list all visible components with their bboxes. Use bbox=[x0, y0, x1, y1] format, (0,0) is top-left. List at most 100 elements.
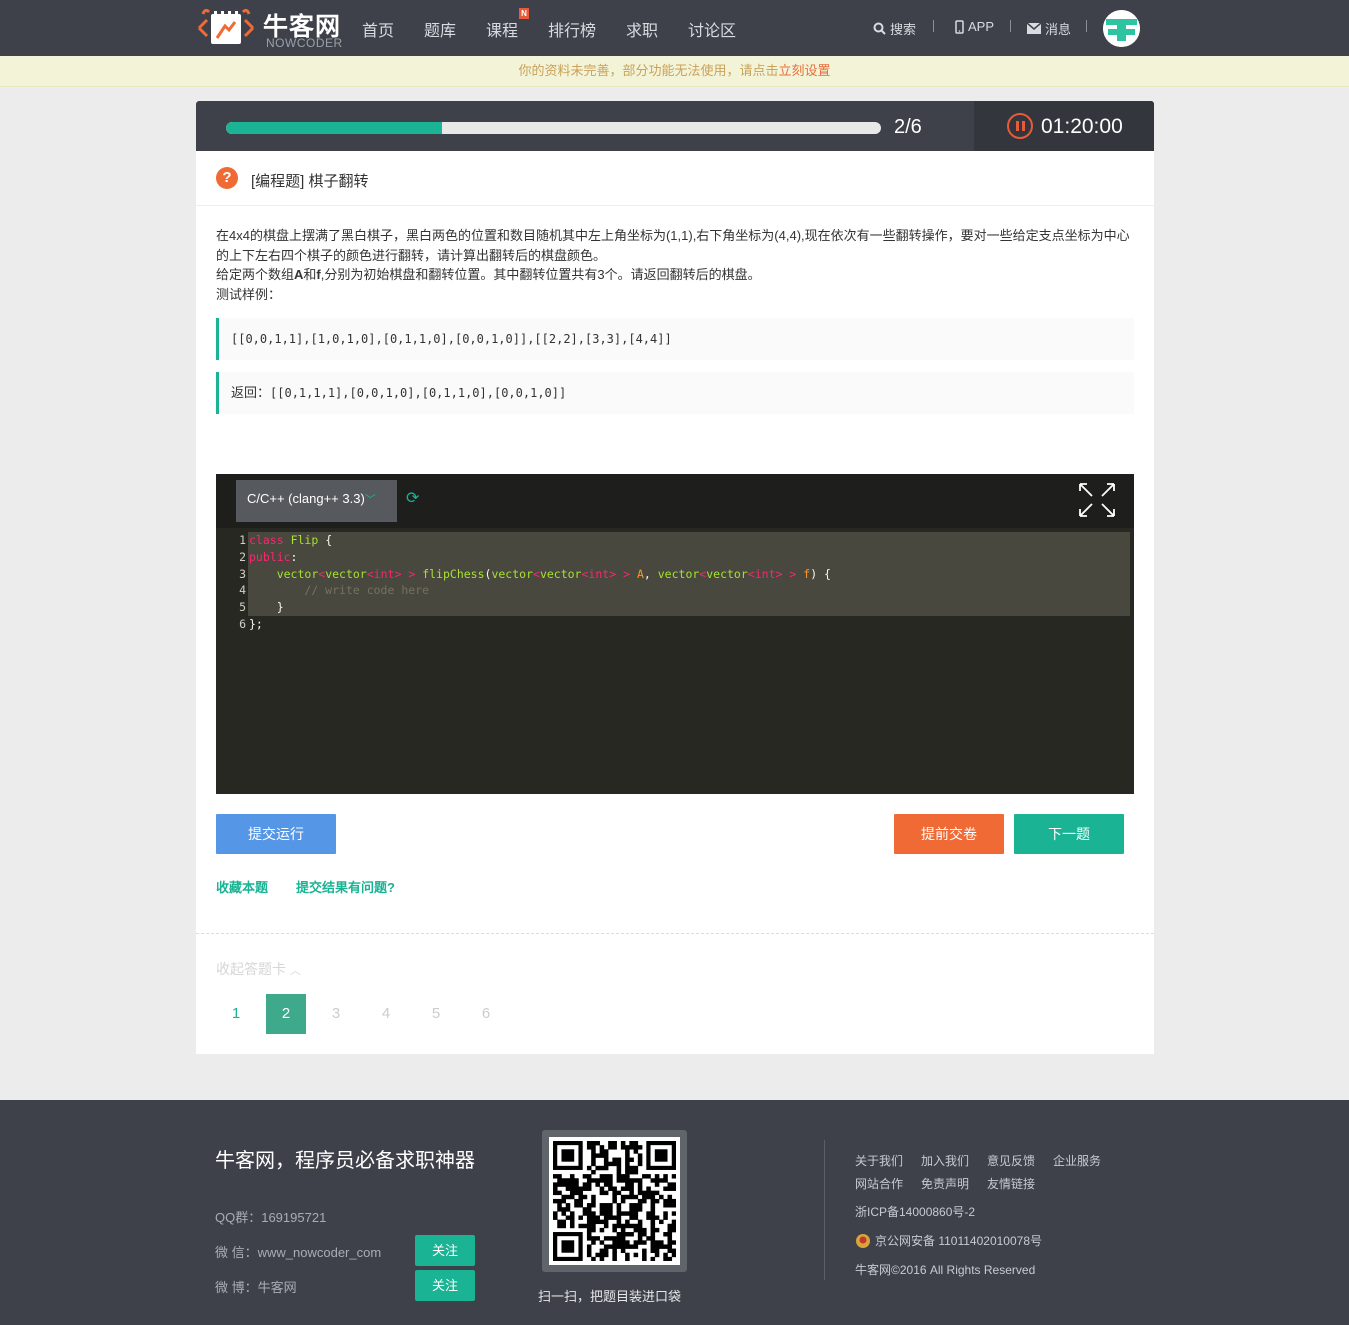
qr-caption: 扫一扫，把题目装进口袋 bbox=[538, 1289, 682, 1304]
nav-courses[interactable]: 课程 bbox=[486, 17, 518, 41]
progress-header: 2/6 01:20:00 bbox=[196, 101, 1154, 151]
divider bbox=[1010, 20, 1011, 32]
question-title: [编程题] 棋子翻转 bbox=[251, 173, 369, 190]
nav-jobs[interactable]: 求职 bbox=[626, 17, 658, 41]
language-value: C/C++ (clang++ 3.3) bbox=[247, 491, 365, 506]
line-number: 3 bbox=[239, 566, 246, 581]
footer-police[interactable]: 京公网安备 11011402010078号 bbox=[855, 1232, 1042, 1249]
avatar-image bbox=[1103, 10, 1140, 47]
refresh-icon[interactable]: ⟳ bbox=[406, 488, 419, 508]
mail-icon bbox=[1027, 23, 1041, 34]
report-link[interactable]: 提交结果有问题? bbox=[296, 877, 395, 896]
footer-icp[interactable]: 浙ICP备14000860号-2 bbox=[855, 1203, 975, 1220]
editor-toolbar: C/C++ (clang++ 3.3)﹀ ⟳ bbox=[216, 474, 1134, 528]
question-number[interactable]: 1 bbox=[216, 994, 256, 1034]
submit-button[interactable]: 提交运行 bbox=[216, 814, 336, 854]
code-line: }; bbox=[249, 616, 263, 631]
nav-question-bank[interactable]: 题库 bbox=[424, 17, 456, 41]
search-link[interactable]: 搜索 bbox=[873, 19, 916, 38]
app-label: APP bbox=[968, 19, 995, 34]
code-content: class Flip { public: vector<vector<int> >… bbox=[249, 532, 831, 633]
notice-settings-link[interactable]: 立刻设置 bbox=[779, 63, 831, 78]
follow-weibo-button[interactable]: 关注 bbox=[415, 1270, 475, 1301]
text: ,分别为初始棋盘和翻转位置。其中翻转位置共有3个。请返回翻转后的棋盘。 bbox=[320, 267, 761, 282]
footer-link-enterprise[interactable]: 企业服务 bbox=[1053, 1152, 1101, 1169]
question-number[interactable]: 3 bbox=[316, 994, 356, 1034]
chevron-up-icon: ︿ bbox=[289, 965, 301, 977]
line-number: 5 bbox=[239, 600, 246, 615]
favorite-link[interactable]: 收藏本题 bbox=[216, 877, 268, 896]
early-submit-button[interactable]: 提前交卷 bbox=[894, 814, 1004, 854]
collapse-card-toggle[interactable]: 收起答题卡 ︿ bbox=[216, 959, 301, 979]
qr-code bbox=[542, 1130, 687, 1272]
text: A bbox=[294, 267, 304, 282]
line-numbers: 1 2 3 4 5 6 bbox=[216, 532, 246, 633]
question-number[interactable]: 5 bbox=[416, 994, 456, 1034]
footer-link-disclaimer[interactable]: 免责声明 bbox=[921, 1175, 969, 1192]
question-description: 在4x4的棋盘上摆满了黑白棋子，黑白两色的位置和数目随机其中左上角坐标为(1,1… bbox=[216, 226, 1136, 304]
nav-home[interactable]: 首页 bbox=[362, 17, 394, 41]
code-area[interactable]: 1 2 3 4 5 6 class Flip { public: vector<v… bbox=[216, 528, 1134, 794]
question-number-current[interactable]: 2 bbox=[266, 994, 306, 1034]
footer-link-friends[interactable]: 友情链接 bbox=[987, 1175, 1035, 1192]
next-question-button[interactable]: 下一题 bbox=[1014, 814, 1124, 854]
logo-icon bbox=[197, 8, 255, 44]
line-number: 2 bbox=[239, 549, 246, 564]
question-number[interactable]: 4 bbox=[366, 994, 406, 1034]
new-badge: N bbox=[519, 8, 529, 19]
footer: 牛客网，程序员必备求职神器 QQ群：169195721 微 信：www_nowc… bbox=[0, 1100, 1349, 1325]
footer-links-row: 网站合作 免责声明 友情链接 bbox=[855, 1175, 1035, 1192]
pause-icon[interactable] bbox=[1007, 113, 1033, 139]
footer-link-partner[interactable]: 网站合作 bbox=[855, 1175, 903, 1192]
search-label: 搜索 bbox=[890, 22, 917, 37]
nav-discussion[interactable]: 讨论区 bbox=[688, 17, 736, 41]
progress-fill bbox=[226, 122, 443, 134]
code-line: vector<vector<int> > flipChess(vector<ve… bbox=[276, 566, 831, 581]
footer-copyright: 牛客网©2016 All Rights Reserved bbox=[855, 1263, 1036, 1277]
line-number: 6 bbox=[239, 616, 246, 631]
code-line: public: bbox=[249, 549, 298, 564]
text: 给定两个数组 bbox=[216, 267, 295, 282]
logo-subtext: NOWCODER bbox=[266, 36, 343, 50]
code-line: class Flip { bbox=[249, 533, 333, 547]
divider bbox=[933, 20, 934, 32]
description-line: 在4x4的棋盘上摆满了黑白棋子，黑白两色的位置和数目随机其中左上角坐标为(1,1… bbox=[216, 228, 1130, 263]
footer-link-feedback[interactable]: 意见反馈 bbox=[987, 1152, 1035, 1169]
description-line: 测试样例： bbox=[216, 286, 282, 302]
fullscreen-icon[interactable] bbox=[1078, 482, 1116, 518]
text: 和 bbox=[303, 267, 317, 282]
footer-slogan: 牛客网，程序员必备求职神器 bbox=[215, 1150, 475, 1172]
line-number: 4 bbox=[239, 583, 246, 598]
sample-output-value: [[0,1,1,1],[0,0,1,0],[0,1,1,0],[0,0,1,0]… bbox=[270, 386, 567, 400]
language-select[interactable]: C/C++ (clang++ 3.3)﹀ bbox=[236, 480, 397, 522]
profile-notice: 你的资料未完善，部分功能无法使用，请点击立刻设置 bbox=[0, 56, 1349, 87]
code-editor: C/C++ (clang++ 3.3)﹀ ⟳ 1 2 3 4 5 6 class… bbox=[216, 474, 1134, 794]
sample-output: 返回：[[0,1,1,1],[0,0,1,0],[0,1,1,0],[0,0,1… bbox=[216, 372, 1134, 414]
collapse-card-label: 收起答题卡 bbox=[216, 961, 286, 977]
chevron-down-icon: ﹀ bbox=[364, 494, 376, 506]
footer-police-text: 京公网安备 11011402010078号 bbox=[875, 1234, 1042, 1248]
nav-ranking[interactable]: 排行榜 bbox=[548, 17, 596, 41]
timer-box: 01:20:00 bbox=[974, 101, 1154, 151]
footer-weibo: 微 博：牛客网 bbox=[215, 1280, 297, 1295]
footer-link-about[interactable]: 关于我们 bbox=[855, 1152, 903, 1169]
top-nav: 牛客网 NOWCODER 首页 题库 课程 N 排行榜 求职 讨论区 搜索 AP… bbox=[0, 0, 1349, 56]
footer-link-join[interactable]: 加入我们 bbox=[921, 1152, 969, 1169]
timer: 01:20:00 bbox=[1041, 115, 1123, 138]
messages-label: 消息 bbox=[1045, 22, 1072, 37]
line-number: 1 bbox=[239, 533, 246, 547]
footer-wechat: 微 信：www_nowcoder_com bbox=[215, 1245, 382, 1260]
question-number[interactable]: 6 bbox=[466, 994, 506, 1034]
follow-wechat-button[interactable]: 关注 bbox=[415, 1235, 475, 1266]
avatar[interactable] bbox=[1103, 10, 1140, 47]
logo[interactable]: 牛客网 NOWCODER bbox=[195, 6, 345, 50]
sample-output-label: 返回： bbox=[231, 385, 271, 400]
progress-track bbox=[226, 122, 881, 134]
app-link[interactable]: APP bbox=[955, 19, 994, 34]
progress-count: 2/6 bbox=[894, 116, 922, 138]
code-line: // write code here bbox=[304, 583, 430, 598]
search-icon bbox=[873, 22, 886, 35]
messages-link[interactable]: 消息 bbox=[1027, 19, 1071, 38]
divider bbox=[196, 933, 1154, 934]
qr-code-image bbox=[553, 1141, 677, 1262]
